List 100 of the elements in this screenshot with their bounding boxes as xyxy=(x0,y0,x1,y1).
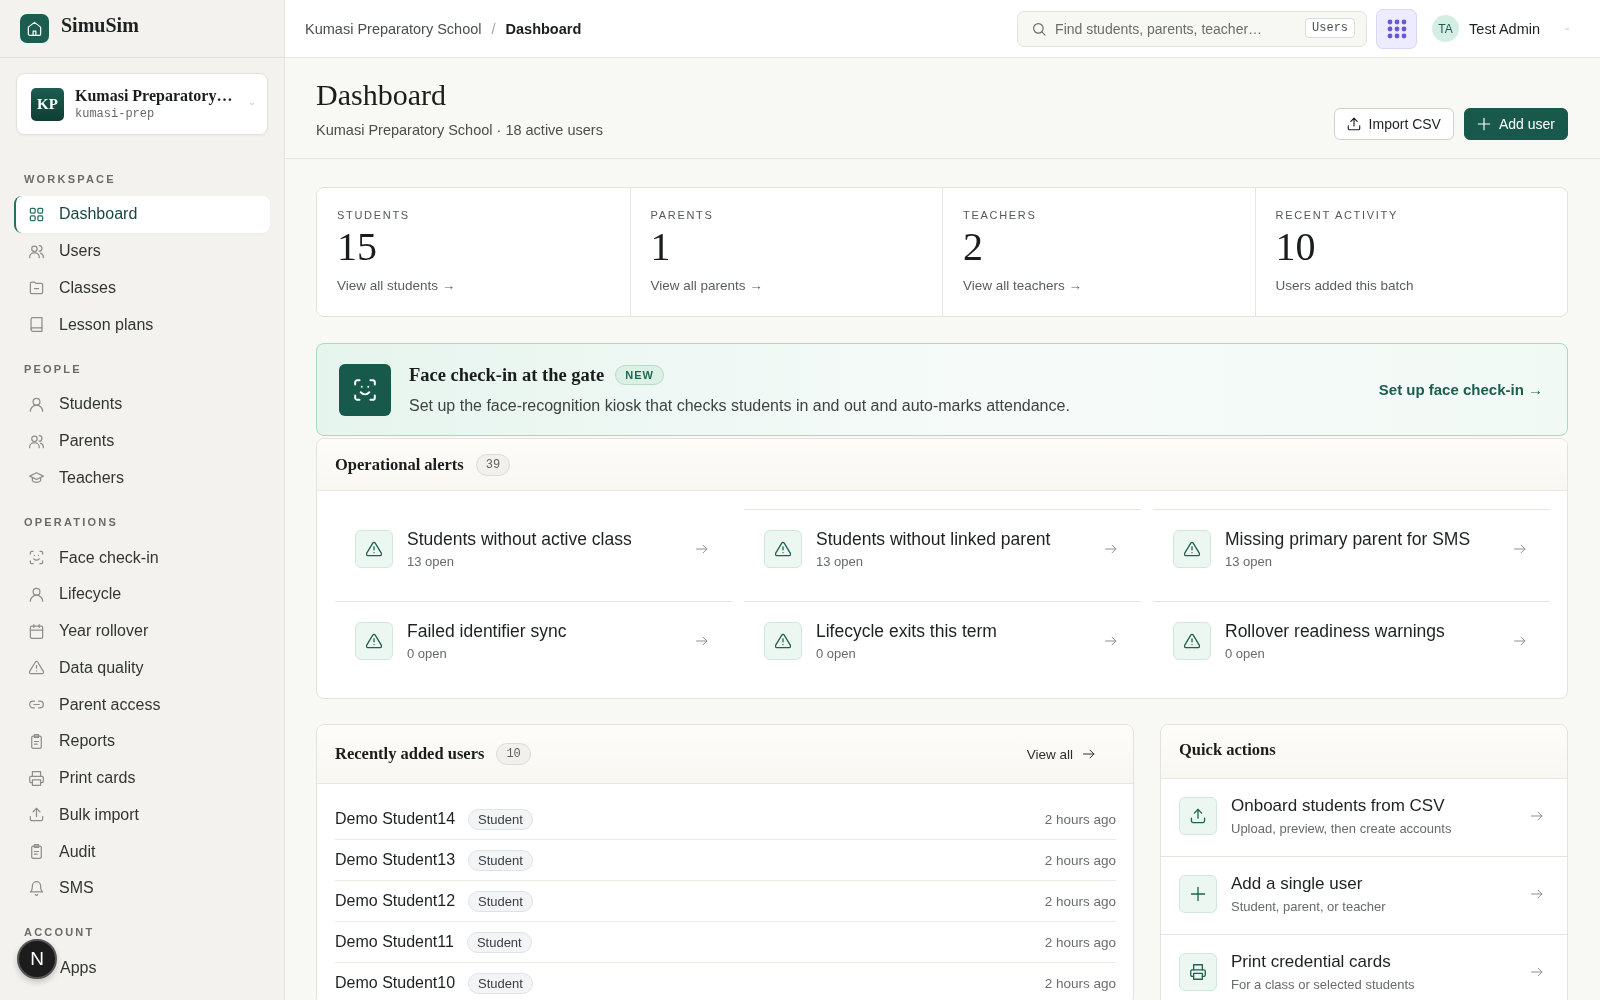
stat-caption: Users added this batch xyxy=(1275,277,1414,295)
sidebar-item[interactable]: Print cards xyxy=(14,759,270,797)
arrow-right-icon xyxy=(1531,887,1543,900)
import-csv-button[interactable]: Import CSV xyxy=(1333,108,1454,140)
alert-count: 0 open xyxy=(407,645,448,661)
graduation-cap-icon xyxy=(29,470,44,486)
house-logo-icon xyxy=(20,14,49,43)
arrow-right-icon xyxy=(1514,634,1526,647)
workspace-avatar: KP xyxy=(31,87,64,121)
count-badge: 10 xyxy=(496,743,531,765)
alert-count: 13 open xyxy=(1225,553,1273,569)
section-heading: ACCOUNT xyxy=(23,925,96,940)
sidebar-item[interactable]: Year rollover xyxy=(14,612,270,650)
user-name[interactable]: Demo Student12 xyxy=(335,892,456,910)
alert-count: 0 open xyxy=(816,645,857,661)
stat-value: 15 xyxy=(337,227,377,267)
clipboard-icon xyxy=(29,844,44,860)
sidebar-item[interactable]: Data quality xyxy=(14,649,270,687)
role-tag: Student xyxy=(468,849,533,871)
warning-icon xyxy=(29,660,44,676)
sidebar-item[interactable]: SMS xyxy=(14,870,270,907)
alert-title[interactable]: Missing primary parent for SMS xyxy=(1225,528,1500,550)
brand-name: SimuSim xyxy=(61,14,139,37)
sidebar-item[interactable]: Reports xyxy=(14,723,270,760)
quick-action-title: Print credential cards xyxy=(1231,951,1392,972)
sidebar-item[interactable]: Lifecycle xyxy=(14,576,270,613)
warning-icon xyxy=(764,529,802,568)
sidebar-item[interactable]: Teachers xyxy=(14,459,270,497)
arrow-right-icon xyxy=(1531,809,1543,822)
user-name[interactable]: Demo Student14 xyxy=(335,810,456,828)
sidebar-item[interactable]: Users xyxy=(14,232,270,270)
alert-title[interactable]: Students without linked parent xyxy=(816,528,1091,550)
user-name[interactable]: Demo Student11 xyxy=(335,933,454,951)
user-name[interactable]: Test Admin xyxy=(1469,20,1540,37)
user-name[interactable]: Demo Student10 xyxy=(335,974,456,992)
stat-link[interactable]: View all parents → xyxy=(650,277,763,295)
sidebar-item[interactable]: Students xyxy=(14,386,270,423)
arrow-right-icon xyxy=(696,634,708,647)
users-icon xyxy=(29,433,44,449)
stat-link[interactable]: View all teachers → xyxy=(963,277,1083,295)
alert-count: 13 open xyxy=(816,553,864,569)
add-user-button[interactable]: Add user xyxy=(1463,108,1568,140)
printer-icon xyxy=(29,770,44,786)
breadcrumb-item[interactable]: Dashboard xyxy=(505,20,582,37)
quick-action-item[interactable]: Add a single user Student, parent, or teacher xyxy=(1161,857,1567,935)
upload-icon xyxy=(1346,117,1361,131)
user-avatar[interactable]: TA xyxy=(1432,15,1460,42)
printer-icon xyxy=(1179,952,1217,991)
new-badge: NEW xyxy=(615,365,664,385)
sidebar-item[interactable]: Bulk import xyxy=(14,796,270,834)
workspace-name: Kumasi Preparatory… xyxy=(75,87,234,105)
warning-icon xyxy=(355,621,393,660)
arrow-right-icon xyxy=(1531,965,1543,978)
warning-icon xyxy=(355,529,393,568)
card-title: Operational alerts xyxy=(335,454,464,475)
quick-action-item[interactable]: Onboard students from CSV Upload, preview, then create accounts xyxy=(1161,779,1567,857)
view-all-button[interactable]: View all xyxy=(1018,740,1103,768)
time-text: 2 hours ago xyxy=(1044,975,1116,991)
arrow-right-icon xyxy=(1105,542,1117,555)
sidebar-item[interactable]: Apps xyxy=(58,949,270,987)
caret-icon xyxy=(1564,26,1570,31)
folder-icon xyxy=(29,280,44,296)
breadcrumb-separator: / xyxy=(491,20,496,37)
alert-title[interactable]: Lifecycle exits this term xyxy=(816,620,1091,642)
sidebar-item[interactable]: Classes xyxy=(14,269,270,307)
stat-label: RECENT ACTIVITY xyxy=(1275,208,1398,222)
grid-icon xyxy=(29,206,44,222)
stat-label: PARENTS xyxy=(650,208,714,222)
stat-value: 2 xyxy=(963,227,983,267)
sidebar-item[interactable]: Face check-in xyxy=(14,539,270,576)
time-text: 2 hours ago xyxy=(1044,852,1116,868)
breadcrumb-item[interactable]: Kumasi Preparatory School xyxy=(305,20,482,37)
quick-action-title: Add a single user xyxy=(1231,873,1364,894)
sidebar-item[interactable]: Parents xyxy=(14,422,270,460)
page-title: Dashboard xyxy=(316,77,447,113)
sidebar-item[interactable]: Parent access xyxy=(14,686,270,723)
card-title: Recently added users xyxy=(335,744,485,764)
arrow-right-icon xyxy=(1105,634,1117,647)
time-text: 2 hours ago xyxy=(1044,893,1116,909)
time-text: 2 hours ago xyxy=(1044,934,1116,950)
workspace-switcher[interactable]: KP Kumasi Preparatory… kumasi-prep xyxy=(16,73,268,135)
alert-title[interactable]: Rollover readiness warnings xyxy=(1225,620,1500,642)
user-name[interactable]: Demo Student13 xyxy=(335,851,456,869)
role-tag: Student xyxy=(468,972,533,994)
sidebar-item[interactable]: Dashboard xyxy=(14,196,270,233)
warning-icon xyxy=(1173,621,1211,660)
apps-button[interactable] xyxy=(1376,8,1418,49)
stat-label: STUDENTS xyxy=(337,208,410,222)
alert-title[interactable]: Failed identifier sync xyxy=(407,620,682,642)
sidebar-item[interactable]: Audit xyxy=(14,833,270,870)
upload-icon xyxy=(29,807,44,823)
stat-link[interactable]: View all students → xyxy=(337,277,456,295)
setup-link[interactable]: Set up face check-in → xyxy=(1378,381,1543,398)
alert-title[interactable]: Students without active class xyxy=(407,528,682,550)
grid-dots-icon xyxy=(1386,18,1407,39)
sidebar-item[interactable]: Lesson plans xyxy=(14,306,270,343)
quick-action-item[interactable]: Print credential cards For a class or selected students xyxy=(1161,935,1567,1000)
stat-value: 10 xyxy=(1275,227,1316,267)
book-icon xyxy=(29,317,44,333)
plus-icon xyxy=(1179,874,1217,913)
